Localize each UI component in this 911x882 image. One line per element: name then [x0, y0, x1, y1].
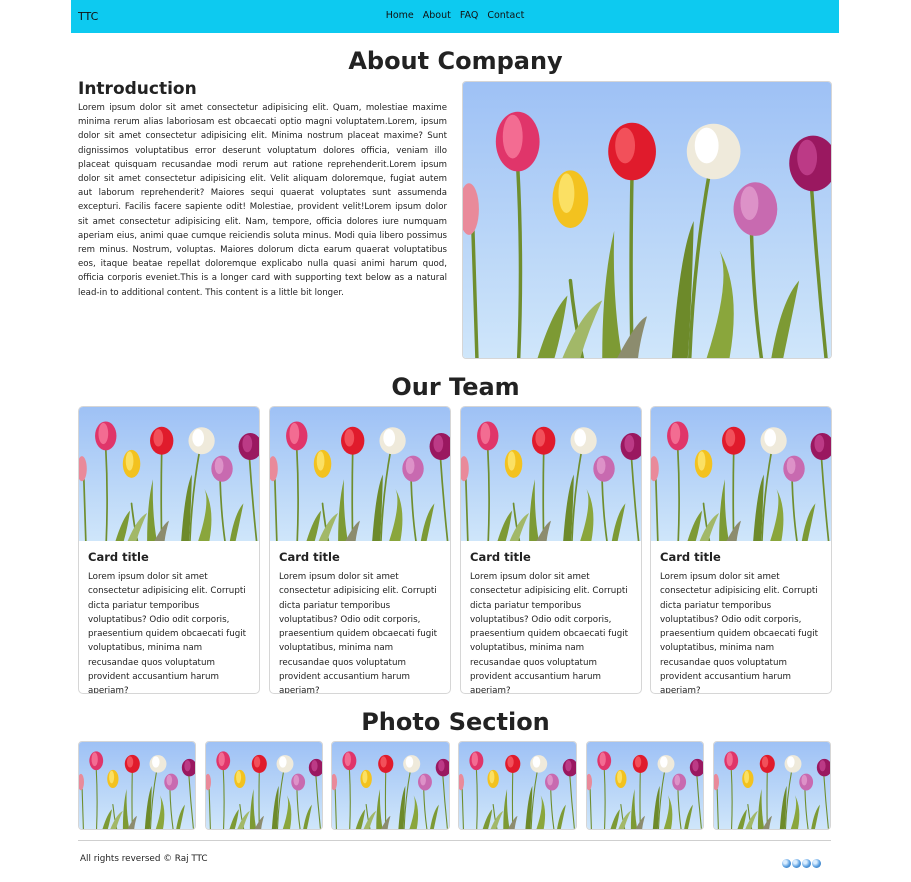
intro-text: Lorem ipsum dolor sit amet consectetur a…: [78, 103, 447, 298]
photo-heading: Photo Section: [361, 708, 550, 736]
globe-icon[interactable]: [802, 859, 811, 868]
team-card: Card title Lorem ipsum dolor sit amet co…: [460, 406, 642, 694]
card-image: [79, 407, 259, 541]
nav-links: Home About FAQ Contact: [71, 10, 839, 21]
navbar: TTC Home About FAQ Contact: [71, 0, 839, 33]
gallery-photo[interactable]: [205, 741, 323, 830]
globe-icon[interactable]: [812, 859, 821, 868]
intro-title: Introduction: [78, 79, 197, 99]
nav-link-contact[interactable]: Contact: [487, 10, 524, 21]
card-title: Card title: [88, 550, 149, 564]
social-links: [782, 853, 822, 868]
gallery-photo[interactable]: [586, 741, 704, 830]
card-text: Lorem ipsum dolor sit amet consectetur a…: [88, 572, 247, 694]
card-image: [651, 407, 831, 541]
gallery-photo[interactable]: [331, 741, 450, 830]
team-card: Card title Lorem ipsum dolor sit amet co…: [78, 406, 260, 694]
gallery-photo[interactable]: [713, 741, 831, 830]
card-text: Lorem ipsum dolor sit amet consectetur a…: [470, 572, 629, 694]
nav-link-faq[interactable]: FAQ: [460, 10, 478, 21]
copyright-text: All rights reversed © Raj TTC: [80, 854, 208, 864]
globe-icon[interactable]: [792, 859, 801, 868]
team-card: Card title Lorem ipsum dolor sit amet co…: [269, 406, 451, 694]
nav-link-home[interactable]: Home: [386, 10, 414, 21]
team-card: Card title Lorem ipsum dolor sit amet co…: [650, 406, 832, 694]
card-image: [270, 407, 450, 541]
card-title: Card title: [279, 550, 340, 564]
card-title: Card title: [660, 550, 721, 564]
card-text: Lorem ipsum dolor sit amet consectetur a…: [279, 572, 438, 694]
team-heading: Our Team: [391, 373, 520, 401]
gallery-photo[interactable]: [458, 741, 577, 830]
card-text: Lorem ipsum dolor sit amet consectetur a…: [660, 572, 819, 694]
nav-link-about[interactable]: About: [423, 10, 451, 21]
footer-divider: [78, 840, 831, 841]
card-title: Card title: [470, 550, 531, 564]
globe-icon[interactable]: [782, 859, 791, 868]
about-image: [462, 81, 832, 359]
card-image: [461, 407, 641, 541]
gallery-photo[interactable]: [78, 741, 196, 830]
about-heading: About Company: [348, 47, 563, 75]
